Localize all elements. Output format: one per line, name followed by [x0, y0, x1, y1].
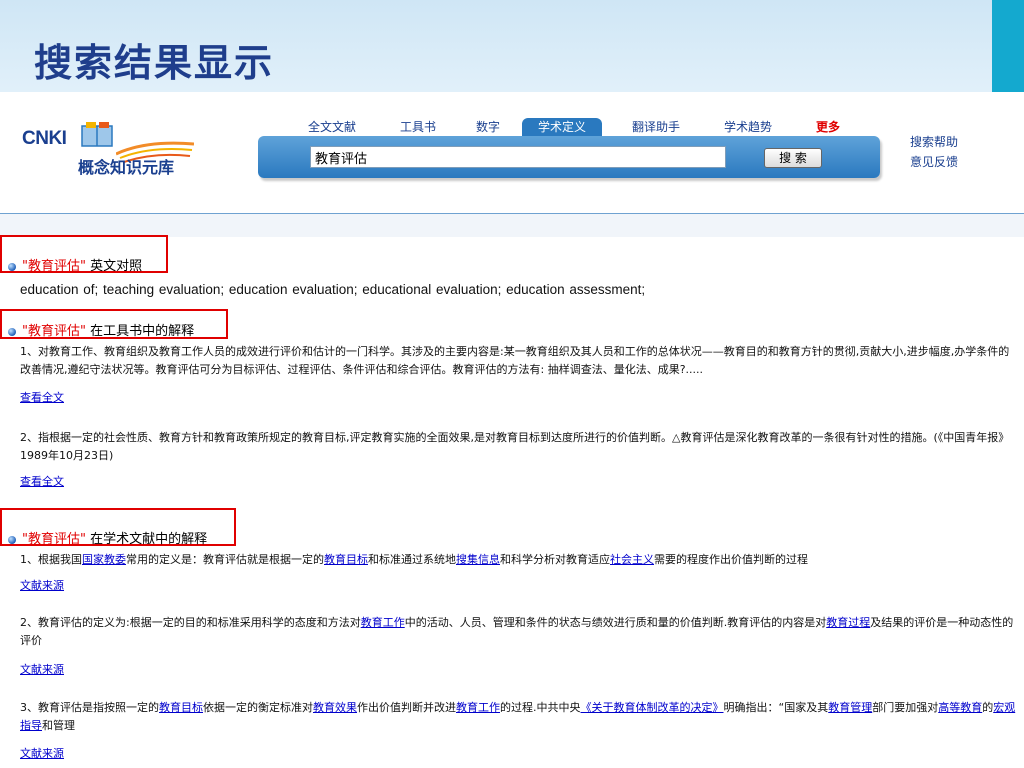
- logo-subtitle: 概念知识元库: [78, 158, 175, 177]
- section-title-toolbook: "教育评估" 在工具书中的解释: [8, 320, 194, 339]
- cnki-logo[interactable]: CNKI 概念知识元库: [20, 116, 195, 182]
- cnki-header: CNKI 概念知识元库 全文文献 工具书 数字 学术定义 翻译助手 学术趋势 更…: [0, 94, 1024, 214]
- keyword-link[interactable]: 教育效果: [313, 701, 357, 714]
- search-bar: 搜 索: [258, 136, 880, 178]
- logo-brand: CNKI: [22, 128, 67, 149]
- header-divider: [0, 213, 1024, 237]
- toolbook-definition-2: 2、指根据一定的社会性质、教育方针和教育政策所规定的教育目标,评定教育实施的全面…: [20, 431, 1010, 462]
- section-title-text: 在工具书中的解释: [85, 324, 195, 339]
- search-button[interactable]: 搜 索: [764, 148, 822, 168]
- text-segment: 2、教育评估的定义为:根据一定的目的和标准采用科学的态度和方法对: [20, 616, 361, 629]
- text-segment: 和标准通过系统地: [368, 553, 456, 566]
- keyword-link[interactable]: 教育目标: [324, 553, 368, 566]
- section-title-text: 在学术文献中的解释: [85, 532, 208, 547]
- keyword-link[interactable]: 搜集信息: [456, 553, 500, 566]
- text-segment: 中的活动、人员、管理和条件的状态与绩效进行质和量的价值判断.教育评估的内容是对: [404, 616, 827, 629]
- text-segment: 和科学分析对教育适应: [500, 553, 610, 566]
- tab-reference-books[interactable]: 工具书: [400, 118, 436, 136]
- search-term[interactable]: "教育评估": [22, 324, 86, 339]
- keyword-link[interactable]: 教育工作: [456, 701, 500, 714]
- text-segment: 明确指出：“国家及其: [723, 701, 829, 714]
- section-title-english: "教育评估" 英文对照: [8, 255, 142, 274]
- academic-definition-1: 1、根据我国国家教委常用的定义是：教育评估就是根据一定的教育目标和标准通过系统地…: [20, 551, 1016, 569]
- keyword-link[interactable]: 国家教委: [82, 553, 126, 566]
- text-segment: 1、根据我国: [20, 553, 82, 566]
- book-icon: [81, 122, 113, 147]
- keyword-link[interactable]: 高等教育: [938, 701, 982, 714]
- text-segment: 作出价值判断并改进: [357, 701, 456, 714]
- view-fulltext-link[interactable]: 查看全文: [20, 389, 64, 405]
- text-segment: 3、教育评估是指按照一定的: [20, 701, 159, 714]
- text-segment: 需要的程度作出价值判断的过程: [654, 553, 808, 566]
- feedback-link[interactable]: 意见反馈: [910, 152, 958, 172]
- keyword-link[interactable]: 教育过程: [826, 616, 870, 629]
- toolbook-definition-1: 1、对教育工作、教育组织及教育工作人员的成效进行评价和估计的一门科学。其涉及的主…: [20, 345, 1010, 376]
- section-title-academic: "教育评估" 在学术文献中的解释: [8, 528, 207, 547]
- text-segment: 常用的定义是：教育评估就是根据一定的: [126, 553, 324, 566]
- tab-more[interactable]: 更多: [816, 118, 840, 136]
- source-link[interactable]: 文献来源: [20, 661, 64, 677]
- side-links: 搜索帮助 意见反馈: [910, 132, 958, 172]
- search-term[interactable]: "教育评估": [22, 259, 86, 274]
- tab-academic-definition[interactable]: 学术定义: [522, 118, 603, 136]
- search-term[interactable]: "教育评估": [22, 532, 86, 547]
- source-link[interactable]: 文献来源: [20, 577, 64, 593]
- search-input[interactable]: [310, 146, 726, 168]
- tab-numbers[interactable]: 数字: [476, 118, 500, 136]
- help-link[interactable]: 搜索帮助: [910, 132, 958, 152]
- text-segment: 依据一定的衡定标准对: [203, 701, 313, 714]
- slide-title-banner: 搜索结果显示: [0, 0, 1024, 92]
- academic-definition-2: 2、教育评估的定义为:根据一定的目的和标准采用科学的态度和方法对教育工作中的活动…: [20, 614, 1016, 650]
- bullet-icon: [8, 327, 16, 336]
- source-link[interactable]: 文献来源: [20, 745, 64, 761]
- tab-translation-assistant[interactable]: 翻译助手: [632, 118, 680, 136]
- keyword-link[interactable]: 教育工作: [361, 616, 405, 629]
- text-segment: 的过程.中共中央: [500, 701, 581, 714]
- tab-fulltext[interactable]: 全文文献: [308, 118, 356, 136]
- banner-accent-bar: [992, 0, 1024, 92]
- tab-academic-trends[interactable]: 学术趋势: [724, 118, 772, 136]
- academic-definition-3: 3、教育评估是指按照一定的教育目标依据一定的衡定标准对教育效果作出价值判断并改进…: [20, 699, 1016, 735]
- keyword-link[interactable]: 社会主义: [610, 553, 654, 566]
- bullet-icon: [8, 262, 16, 271]
- bullet-icon: [8, 535, 16, 544]
- slide-title: 搜索结果显示: [34, 41, 275, 85]
- view-fulltext-link[interactable]: 查看全文: [20, 473, 64, 489]
- english-terms: education of; teaching evaluation; educa…: [20, 282, 646, 297]
- keyword-link[interactable]: 教育管理: [828, 701, 872, 714]
- text-segment: 的: [982, 701, 994, 714]
- text-segment: 部门要加强对: [872, 701, 939, 714]
- section-title-text: 英文对照: [85, 259, 143, 274]
- keyword-link[interactable]: 教育目标: [159, 701, 203, 714]
- keyword-link[interactable]: 《关于教育体制改革的决定》: [581, 701, 724, 714]
- text-segment: 和管理: [42, 719, 75, 732]
